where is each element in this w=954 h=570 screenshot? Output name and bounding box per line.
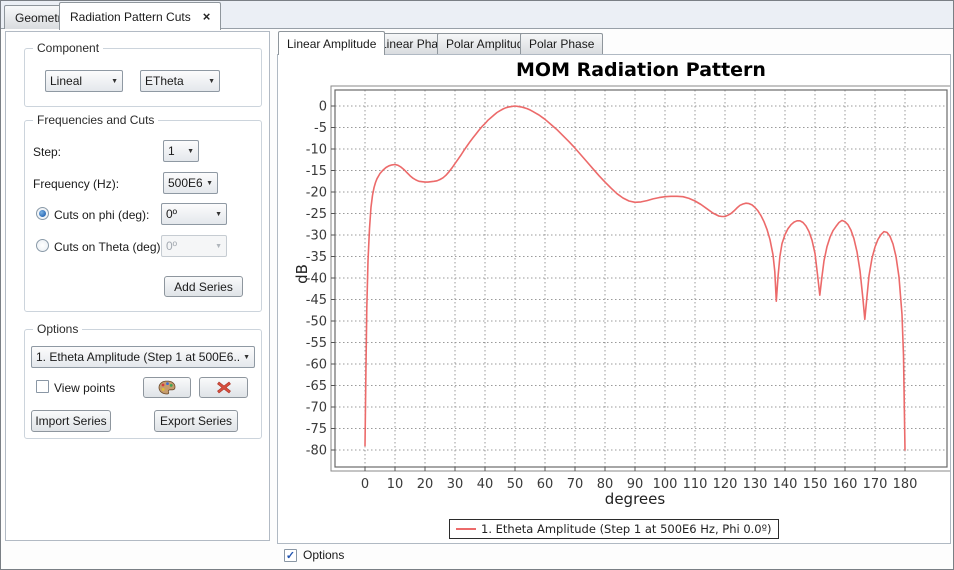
svg-text:-35: -35 [306,250,327,265]
svg-text:-45: -45 [306,293,327,308]
svg-text:-5: -5 [314,121,327,136]
legend-entry-label: 1. Etheta Amplitude (Step 1 at 500E6 Hz,… [481,522,772,536]
cuts-on-phi-combobox[interactable]: 0º ▼ [161,203,227,225]
svg-text:-60: -60 [306,358,327,373]
options-group-title: Options [33,322,82,336]
tab-polar-phase-label: Polar Phase [529,37,594,51]
tab-polar-amplitude-label: Polar Amplitude [446,37,530,51]
svg-text:-10: -10 [306,143,327,158]
frequencies-cuts-group-title: Frequencies and Cuts [33,113,158,127]
cuts-on-phi-label: Cuts on phi (deg): [54,208,149,222]
chevron-down-icon: ▼ [111,78,118,85]
x-axis-title: degrees [365,490,905,508]
tab-linear-amplitude[interactable]: Linear Amplitude [278,31,385,55]
options-group: Options 1. Etheta Amplitude (Step 1 at 5… [24,329,262,439]
add-series-button[interactable]: Add Series [164,276,243,297]
cuts-on-theta-radio[interactable] [36,239,49,252]
svg-text:0: 0 [319,100,327,115]
svg-text:-50: -50 [306,315,327,330]
options-toggle-row: ✓ Options [284,548,344,562]
chart-legend: 1. Etheta Amplitude (Step 1 at 500E6 Hz,… [449,519,779,539]
export-series-label: Export Series [160,414,232,428]
main-tabstrip: Geometry Radiation Pattern Cuts × [1,1,953,29]
view-points-label: View points [54,381,115,395]
frequency-value: 500E6 [168,176,202,190]
tab-polar-phase[interactable]: Polar Phase [520,33,603,54]
options-checkbox-label: Options [303,548,344,562]
step-combobox[interactable]: 1 ▼ [163,140,199,162]
palette-icon [158,380,176,395]
component-field-combobox[interactable]: ETheta ▼ [140,70,220,92]
chevron-down-icon: ▼ [187,148,194,155]
close-tab-icon[interactable]: × [203,9,211,24]
plot-area: 0102030405060708090100110120130140150160… [278,55,950,543]
step-value: 1 [168,144,183,158]
chart-panel: MOM Radiation Pattern 010203040506070809… [277,54,951,544]
tab-radiation-pattern-cuts[interactable]: Radiation Pattern Cuts × [59,2,221,30]
cuts-on-theta-label: Cuts on Theta (deg): [54,240,164,254]
add-series-label: Add Series [174,280,233,294]
component-field-value: ETheta [145,74,204,88]
check-icon: ✓ [286,549,295,562]
controls-panel: Component Lineal ▼ ETheta ▼ Frequencies … [5,31,270,541]
tab-radiation-label: Radiation Pattern Cuts [70,10,191,24]
chevron-down-icon: ▼ [243,354,250,361]
component-group: Component Lineal ▼ ETheta ▼ [24,48,262,107]
chevron-down-icon: ▼ [208,78,215,85]
component-type-value: Lineal [50,74,107,88]
chevron-down-icon: ▼ [206,180,213,187]
frequencies-cuts-group: Frequencies and Cuts Step: 1 ▼ Frequency… [24,120,262,312]
component-type-combobox[interactable]: Lineal ▼ [45,70,123,92]
svg-text:-30: -30 [306,229,327,244]
series-select-combobox[interactable]: 1. Etheta Amplitude (Step 1 at 500E6... … [31,346,255,368]
legend-line-sample [456,528,476,530]
svg-text:-65: -65 [306,379,327,394]
delete-series-button[interactable] [199,377,248,398]
svg-text:-80: -80 [306,444,327,459]
chevron-down-icon: ▼ [215,211,222,218]
svg-text:-75: -75 [306,422,327,437]
frequency-combobox[interactable]: 500E6 ▼ [163,172,218,194]
chevron-down-icon: ▼ [215,243,222,250]
series-color-button[interactable] [143,377,191,398]
cuts-on-phi-value: 0º [166,207,211,221]
svg-text:-70: -70 [306,401,327,416]
frequency-label: Frequency (Hz): [33,177,119,191]
view-points-checkbox[interactable] [36,380,49,393]
app-window: Geometry Radiation Pattern Cuts × Compon… [0,0,954,570]
options-checkbox[interactable]: ✓ [284,549,297,562]
svg-text:-15: -15 [306,164,327,179]
svg-text:-25: -25 [306,207,327,222]
svg-text:-20: -20 [306,186,327,201]
svg-text:-55: -55 [306,336,327,351]
cuts-on-phi-radio[interactable] [36,207,49,220]
y-axis-title: dB [293,264,311,284]
component-group-title: Component [33,41,103,55]
delete-x-icon [217,381,231,394]
step-label: Step: [33,145,61,159]
cuts-on-theta-value: 0º [166,239,211,253]
import-series-button[interactable]: Import Series [31,410,111,432]
tab-linear-amplitude-label: Linear Amplitude [287,37,376,51]
import-series-label: Import Series [35,414,106,428]
cuts-on-theta-combobox: 0º ▼ [161,235,227,257]
export-series-button[interactable]: Export Series [154,410,238,432]
series-select-value: 1. Etheta Amplitude (Step 1 at 500E6... [36,350,239,364]
